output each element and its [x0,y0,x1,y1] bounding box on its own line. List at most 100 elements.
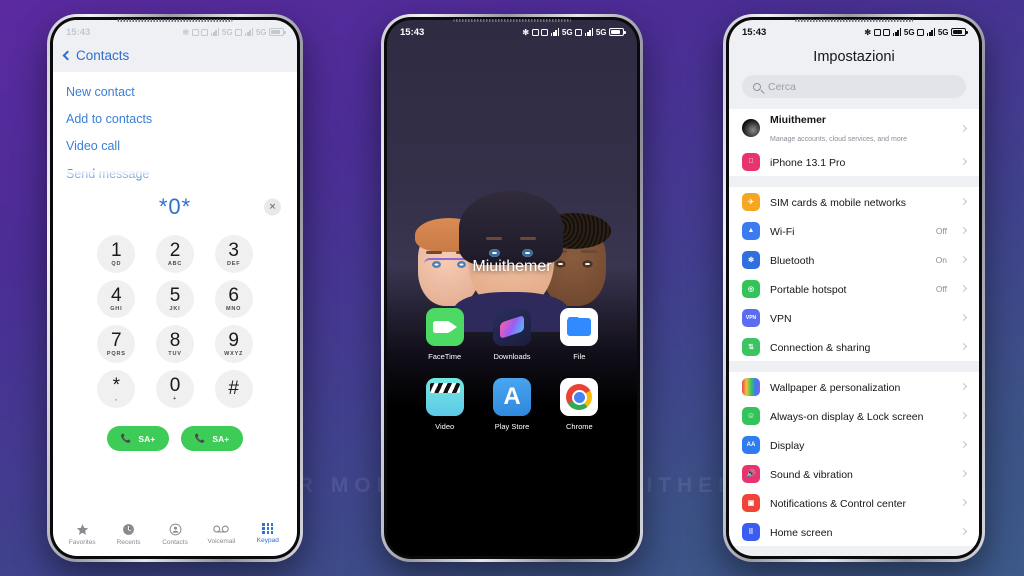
network2-label: 5G [255,27,267,37]
row-label: Always-on display & Lock screen [770,410,924,423]
settings-row-aod-lockscreen[interactable]: ☺ Always-on display & Lock screen [729,401,979,430]
alarm-icon [531,28,539,36]
call-label: SA+ [212,433,230,444]
key-star[interactable]: *, [97,370,136,408]
key-digit: * [112,374,121,396]
search-input[interactable]: Cerca [742,75,966,98]
video-icon [425,378,464,416]
vpn-icon: VPN [742,308,760,327]
settings-row-sim-cards[interactable]: ✈ SIM cards & mobile networks [729,187,979,216]
settings-group-account: Miuithemer Manage accounts, cloud servic… [729,109,979,176]
tab-label: Voicemail [207,538,236,545]
sim2-icon [575,28,583,36]
key-7[interactable]: 7 PQRS [97,325,136,363]
row-text: Portable hotspot [770,280,926,298]
key-6[interactable]: 6 MNO [214,280,253,318]
star-icon [76,524,88,535]
person-icon [169,523,181,536]
key-3[interactable]: 3 DEF [214,235,253,273]
tab-keypad[interactable]: Keypad [245,523,291,546]
settings-list[interactable]: Miuithemer Manage accounts, cloud servic… [729,109,979,556]
call-buttons: 📞 SA+ 📞 SA+ [53,426,297,451]
battery-icon [951,28,968,36]
key-letters: + [172,395,177,402]
chevron-right-icon [959,284,968,293]
key-letters: GHI [110,305,123,312]
status-icons: ✻ 5G 5G [864,27,968,37]
settings-row-home-screen[interactable]: ⠿ Home screen [729,517,979,546]
row-text: VPN [770,309,937,327]
row-text: SIM cards & mobile networks [770,193,937,211]
wifi-icon: ▲ [742,221,760,240]
key-1[interactable]: 1 QD [97,235,136,273]
settings-row-display[interactable]: AA Display [729,430,979,459]
clear-button[interactable]: ✕ [264,198,281,216]
dialed-number-row: *0* ✕ [53,187,297,227]
phone-left-bezel: 15:43 ✻ 5G 5G Contacts New contact Add t… [50,17,300,559]
group-divider [729,361,979,372]
app-downloads[interactable]: Downloads [478,308,545,361]
key-hash[interactable]: # [214,370,253,408]
settings-row-vpn[interactable]: VPN VPN [729,303,979,332]
key-letters: ABC [167,260,183,267]
key-5[interactable]: 5 JKI [155,280,194,318]
key-letters: MNO [226,305,242,312]
tab-label: Contacts [162,539,188,546]
sim-icon [201,28,209,36]
row-label: Portable hotspot [770,283,847,296]
suggestion-new-contact[interactable]: New contact [65,72,285,99]
downloads-icon [492,308,531,346]
chevron-right-icon [959,527,968,536]
app-play-store[interactable]: Play Store [478,378,545,431]
app-file[interactable]: File [546,308,613,361]
row-label: Wallpaper & personalization [770,381,901,394]
sim2-icon [917,28,925,36]
avatar [742,119,760,137]
phone-center: 15:43 ✻ 5G 5G Miuithemer FaceTime Downlo… [381,14,643,562]
dialer-header: 15:43 ✻ 5G 5G Contacts [53,20,297,72]
settings-row-hotspot[interactable]: ◎ Portable hotspot Off [729,274,979,303]
suggestion-video-call[interactable]: Video call [65,126,285,153]
settings-row-wallpaper[interactable]: Wallpaper & personalization [729,372,979,401]
key-8[interactable]: 8 TUV [155,325,194,363]
battery-icon [609,28,626,36]
settings-row-notifications[interactable]: ▣ Notifications & Control center [729,488,979,517]
tab-recents[interactable]: Recents [105,523,151,546]
row-text: Wallpaper & personalization [770,378,951,396]
settings-row-bluetooth[interactable]: ✻ Bluetooth On [729,245,979,274]
key-2[interactable]: 2 ABC [155,235,194,273]
row-text: Display [770,436,951,454]
back-to-contacts[interactable]: Contacts [53,40,297,63]
signal-icon [210,28,220,36]
settings-row-sound[interactable]: 🔊 Sound & vibration [729,459,979,488]
row-label: Display [770,439,805,452]
settings-row-device[interactable]:  iPhone 13.1 Pro [729,147,979,176]
chevron-right-icon [959,157,968,166]
app-facetime[interactable]: FaceTime [411,308,478,361]
key-4[interactable]: 4 GHI [97,280,136,318]
settings-group-network: ✈ SIM cards & mobile networks ▲ Wi-Fi Of… [729,187,979,361]
key-digit: 6 [228,284,239,306]
tab-contacts[interactable]: Contacts [152,523,198,546]
wallpaper-label: Miuithemer [472,258,552,275]
call-button-sim1[interactable]: 📞 SA+ [107,426,169,451]
key-0[interactable]: 0 + [155,370,194,408]
dialed-number: *0* [158,194,192,219]
tab-voicemail[interactable]: Voicemail [198,523,244,546]
chrome-icon [560,378,599,416]
key-9[interactable]: 9 WXYZ [214,325,253,363]
app-chrome[interactable]: Chrome [546,378,613,431]
call-button-sim2[interactable]: 📞 SA+ [181,426,243,451]
tab-favorites[interactable]: Favorites [59,523,105,546]
speaker-grille [795,19,913,22]
app-video[interactable]: Video [411,378,478,431]
settings-row-account[interactable]: Miuithemer Manage accounts, cloud servic… [729,109,979,147]
network2-label: 5G [937,27,949,37]
settings-row-connection-sharing[interactable]: ⇅ Connection & sharing [729,332,979,361]
key-letters: , [115,395,118,402]
chevron-right-icon [959,313,968,322]
row-text: Notifications & Control center [770,494,951,512]
suggestion-add-to-contacts[interactable]: Add to contacts [65,99,285,126]
settings-row-wifi[interactable]: ▲ Wi-Fi Off [729,216,979,245]
row-text: Connection & sharing [770,338,937,356]
